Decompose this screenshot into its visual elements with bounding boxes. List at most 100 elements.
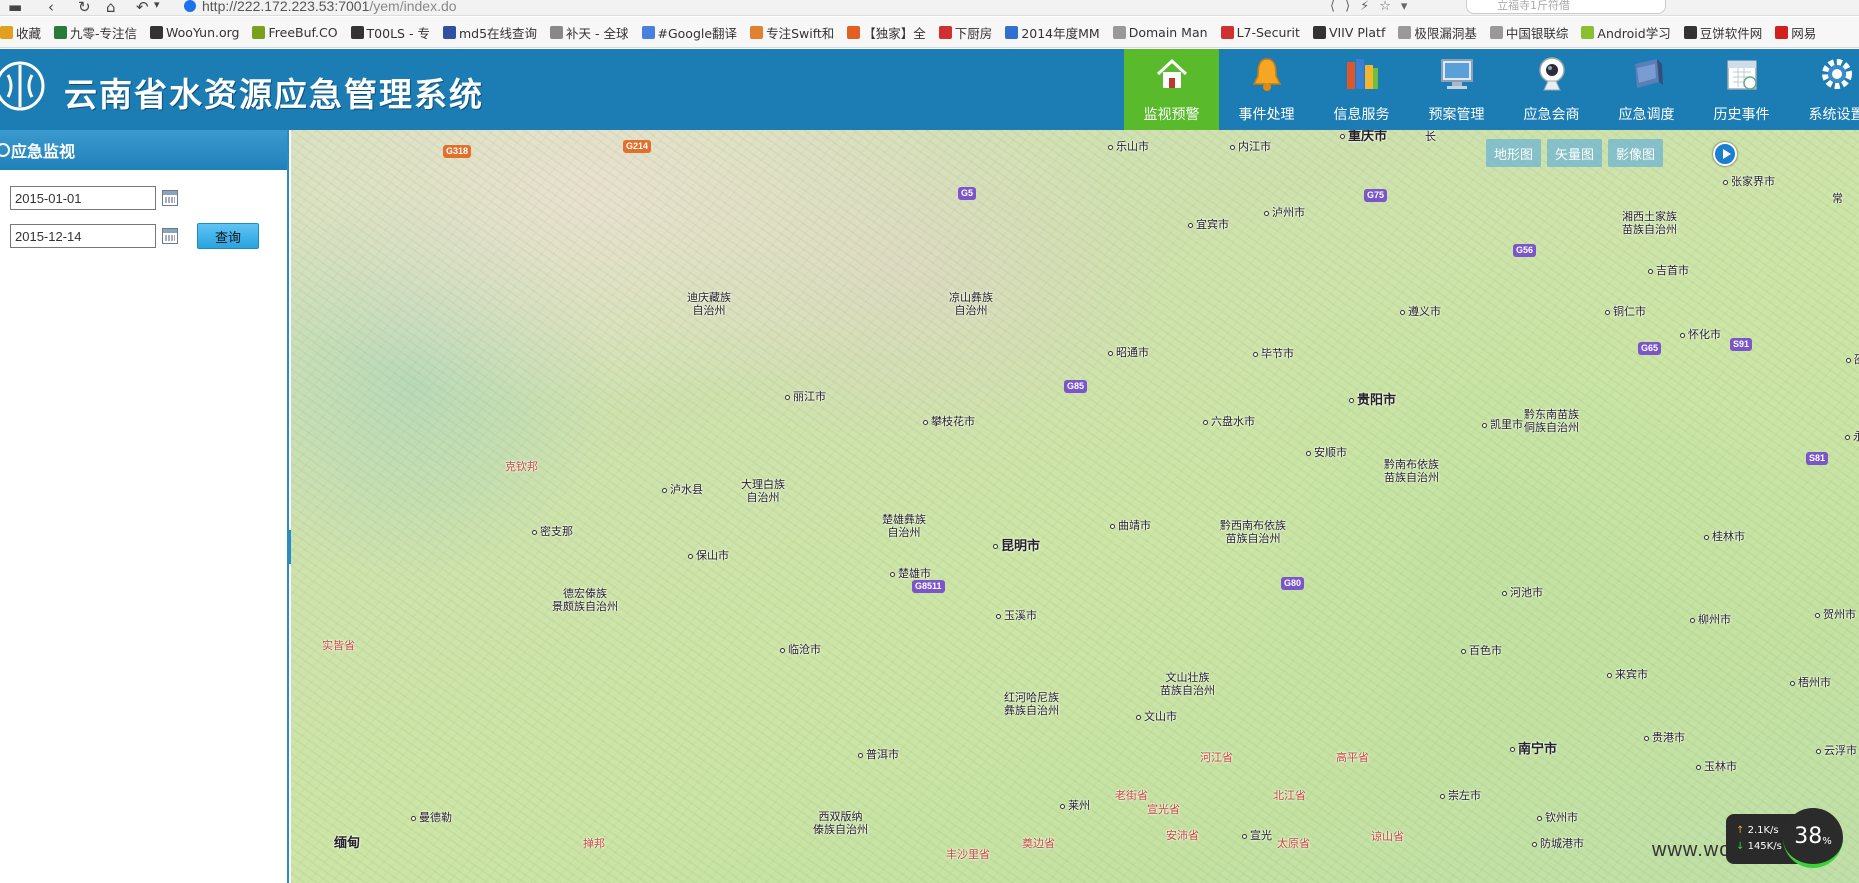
highway-shield: G8511 xyxy=(912,580,945,593)
city-name: 凉山彝族 自治州 xyxy=(949,291,993,317)
highway-shield: G80 xyxy=(1281,577,1305,590)
map-city-label: 铜仁市 xyxy=(1605,305,1646,318)
nav-item[interactable]: 事件处理 xyxy=(1219,49,1314,130)
nav-item[interactable]: 监视预警 xyxy=(1124,49,1219,130)
satellite-map-button[interactable]: 影像图 xyxy=(1608,139,1664,167)
bookmark-item[interactable]: 下厨房 xyxy=(938,23,992,42)
site-info-icon[interactable] xyxy=(184,0,196,12)
md5-icon xyxy=(442,25,456,39)
end-date-input[interactable] xyxy=(10,224,156,248)
bookmark-item[interactable]: md5在线查询 xyxy=(442,23,537,42)
back-icon[interactable]: ‹ xyxy=(48,0,54,16)
city-marker-icon xyxy=(1188,222,1193,228)
bookmark-item[interactable]: 【独家】全 xyxy=(847,23,926,42)
refresh-icon[interactable]: ↻ xyxy=(78,0,91,16)
search-input[interactable]: 立福寺1斤符借 xyxy=(1466,0,1666,14)
terrain-map[interactable]: 地形图 矢量图 影像图 乐山市 内江市 重庆市 长张家界市常宜宾市 泸州市 湘西土家族 苗… xyxy=(291,130,1859,883)
terrain-map-button[interactable]: 地形图 xyxy=(1486,139,1542,167)
nav-item[interactable]: 预案管理 xyxy=(1409,49,1504,130)
map-city-label: 克钦邦 xyxy=(505,460,538,473)
map-city-label: 重庆市 xyxy=(1340,130,1387,143)
bookmark-item[interactable]: 网易 xyxy=(1775,23,1816,42)
map-city-label: 宣光 xyxy=(1242,829,1272,842)
map-city-label: 贵港市 xyxy=(1644,731,1685,744)
city-name: 黔东南苗族 侗族自治州 xyxy=(1524,408,1579,434)
nav-item[interactable]: 信息服务 xyxy=(1314,49,1409,130)
bookmark-item[interactable]: 豆饼软件网 xyxy=(1683,23,1762,42)
bookmark-item[interactable]: FreeBuf.CO xyxy=(252,25,338,40)
city-marker-icon xyxy=(1648,268,1653,274)
map-city-label: 昭通市 xyxy=(1108,346,1149,359)
gear-icon xyxy=(1817,54,1857,94)
map-city-label: 吉首市 xyxy=(1648,264,1689,277)
bookmark-item[interactable]: 中国银联综 xyxy=(1489,23,1568,42)
city-name: 丰沙里省 xyxy=(946,848,990,861)
bookmark-item[interactable]: VIIV Platf xyxy=(1312,25,1385,40)
mm-icon xyxy=(1005,25,1019,39)
map-city-label: 湘西土家族 苗族自治州 xyxy=(1622,210,1677,236)
bookmark-item[interactable]: #Google翻译 xyxy=(641,23,737,42)
map-city-label: 玉林市 xyxy=(1696,760,1737,773)
map-city-label: 玉溪市 xyxy=(996,609,1037,622)
nav-item[interactable]: 应急调度 xyxy=(1599,49,1694,130)
bookmark-item[interactable]: Android学习 xyxy=(1581,23,1671,42)
city-name: 安沛省 xyxy=(1166,829,1199,842)
city-marker-icon xyxy=(411,815,416,821)
city-marker-icon xyxy=(688,553,693,559)
bookmark-item[interactable]: 2014年度MM xyxy=(1005,23,1100,42)
map-city-label: 红河哈尼族 彝族自治州 xyxy=(1004,691,1059,717)
city-marker-icon xyxy=(996,613,1001,619)
city-name: 永州市 xyxy=(1853,430,1859,443)
bookmark-item[interactable]: L7-Securit xyxy=(1220,25,1300,40)
nav-item[interactable]: 应急会商 xyxy=(1504,49,1599,130)
city-name: 内江市 xyxy=(1238,140,1271,153)
undo-icon[interactable]: ↶ xyxy=(136,0,149,16)
vector-map-button[interactable]: 矢量图 xyxy=(1547,139,1603,167)
city-marker-icon xyxy=(1704,534,1709,540)
calendar-icon[interactable] xyxy=(162,190,178,206)
bookmark-item[interactable]: Domain Man xyxy=(1112,25,1208,40)
city-name: 文山市 xyxy=(1144,710,1177,723)
start-date-input[interactable] xyxy=(10,186,156,210)
city-name: 老街省 xyxy=(1115,789,1148,802)
highway-shield: G5 xyxy=(958,187,977,200)
bookmark-label: Android学习 xyxy=(1597,25,1671,41)
city-name: 安顺市 xyxy=(1314,446,1347,459)
city-name: 乐山市 xyxy=(1116,140,1149,153)
tab-icon[interactable]: ▬ xyxy=(8,0,22,16)
city-name: 遵义市 xyxy=(1408,305,1441,318)
chevron-down-icon[interactable]: ▾ xyxy=(154,0,160,11)
nav-item[interactable]: 系统设置 xyxy=(1789,49,1859,130)
start-date-row xyxy=(0,186,178,210)
play-icon[interactable] xyxy=(1713,142,1737,166)
map-city-label: 密支那 xyxy=(532,525,573,538)
map-city-label: 钦州市 xyxy=(1537,811,1578,824)
query-button[interactable]: 查询 xyxy=(197,223,259,249)
bookmark-item[interactable]: 专注Swift和 xyxy=(750,23,834,42)
bookmark-item[interactable]: 极限漏洞基 xyxy=(1398,23,1477,42)
city-name: 谅山省 xyxy=(1371,830,1404,843)
calendar-icon[interactable] xyxy=(162,228,178,244)
city-marker-icon xyxy=(1816,748,1821,754)
city-name: 吉首市 xyxy=(1656,264,1689,277)
nav-item[interactable]: 历史事件 xyxy=(1694,49,1789,130)
city-name: 重庆市 xyxy=(1348,130,1388,144)
city-marker-icon xyxy=(1108,144,1113,150)
city-name: 曼德勒 xyxy=(419,811,452,824)
map-city-label: 南宁市 xyxy=(1510,743,1557,756)
bookmark-item[interactable]: 九零-专注信 xyxy=(54,23,137,42)
bookmark-item[interactable]: T00LS - 专 xyxy=(350,23,430,42)
highway-shield: S91 xyxy=(1730,338,1753,351)
bookmark-item[interactable]: 收藏 xyxy=(0,23,41,42)
home-icon[interactable]: ⌂ xyxy=(106,0,116,16)
bookmark-item[interactable]: WooYun.org xyxy=(150,25,239,40)
map-city-label: 河池市 xyxy=(1502,586,1543,599)
books-icon xyxy=(1342,54,1382,94)
url-field[interactable]: http://222.172.223.53:7001/yem/index.do xyxy=(202,0,457,14)
city-name: 克钦邦 xyxy=(505,460,538,473)
bookmark-item[interactable]: 补天 - 全球 xyxy=(550,23,629,42)
address-bar-actions[interactable]: ⟨⟩⚡☆▾ xyxy=(1330,0,1417,14)
bookmark-label: T00LS - 专 xyxy=(366,25,430,41)
city-marker-icon xyxy=(1532,841,1537,847)
map-city-label: 泸水县 xyxy=(662,483,703,496)
